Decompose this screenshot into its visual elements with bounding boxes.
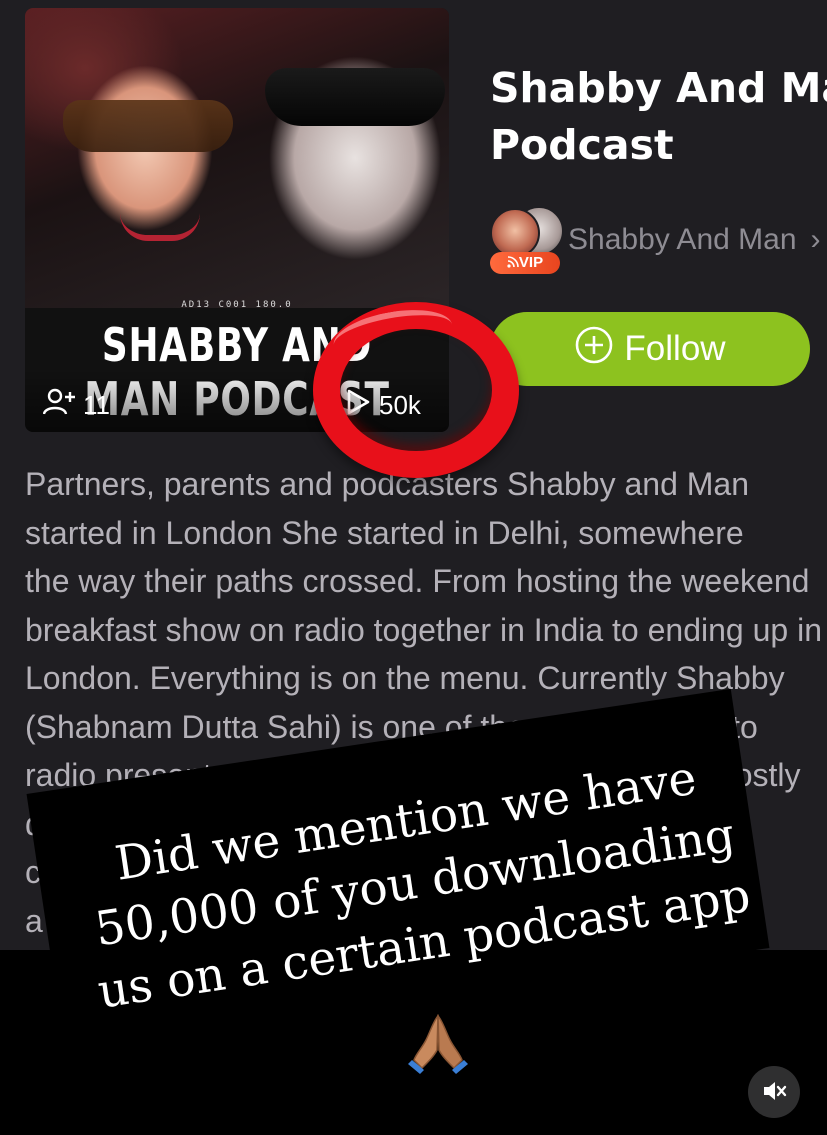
- follow-label: Follow: [624, 329, 726, 368]
- follow-button[interactable]: Follow: [490, 312, 810, 386]
- cover-photo: [25, 8, 449, 308]
- subscriber-count-value: 11: [83, 390, 110, 420]
- rss-icon: [507, 256, 519, 268]
- avatar-shabby: [490, 208, 540, 258]
- mute-toggle-button[interactable]: [748, 1066, 800, 1118]
- sunglasses-right: [265, 68, 445, 126]
- podcast-title: Shabby And Man Podcast: [490, 64, 827, 169]
- vip-badge: VIP: [490, 252, 560, 274]
- story-screen: AD13 C001 180.0 SHABBY AND MAN PODCAST 1…: [0, 0, 827, 1135]
- plus-circle-icon: [574, 325, 614, 374]
- author-link[interactable]: VIP Shabby And Man ›: [490, 206, 821, 274]
- chevron-right-icon: ›: [810, 223, 821, 256]
- author-name: Shabby And Man: [568, 223, 797, 256]
- sunglasses-left: [63, 100, 233, 152]
- vip-badge-label: VIP: [518, 254, 544, 271]
- avatar: VIP: [490, 206, 564, 274]
- subscriber-count: 11: [42, 388, 110, 423]
- user-plus-icon: [42, 388, 77, 423]
- folded-hands-icon: [408, 1010, 468, 1074]
- speaker-muted-icon: [761, 1078, 787, 1107]
- smile: [120, 213, 200, 241]
